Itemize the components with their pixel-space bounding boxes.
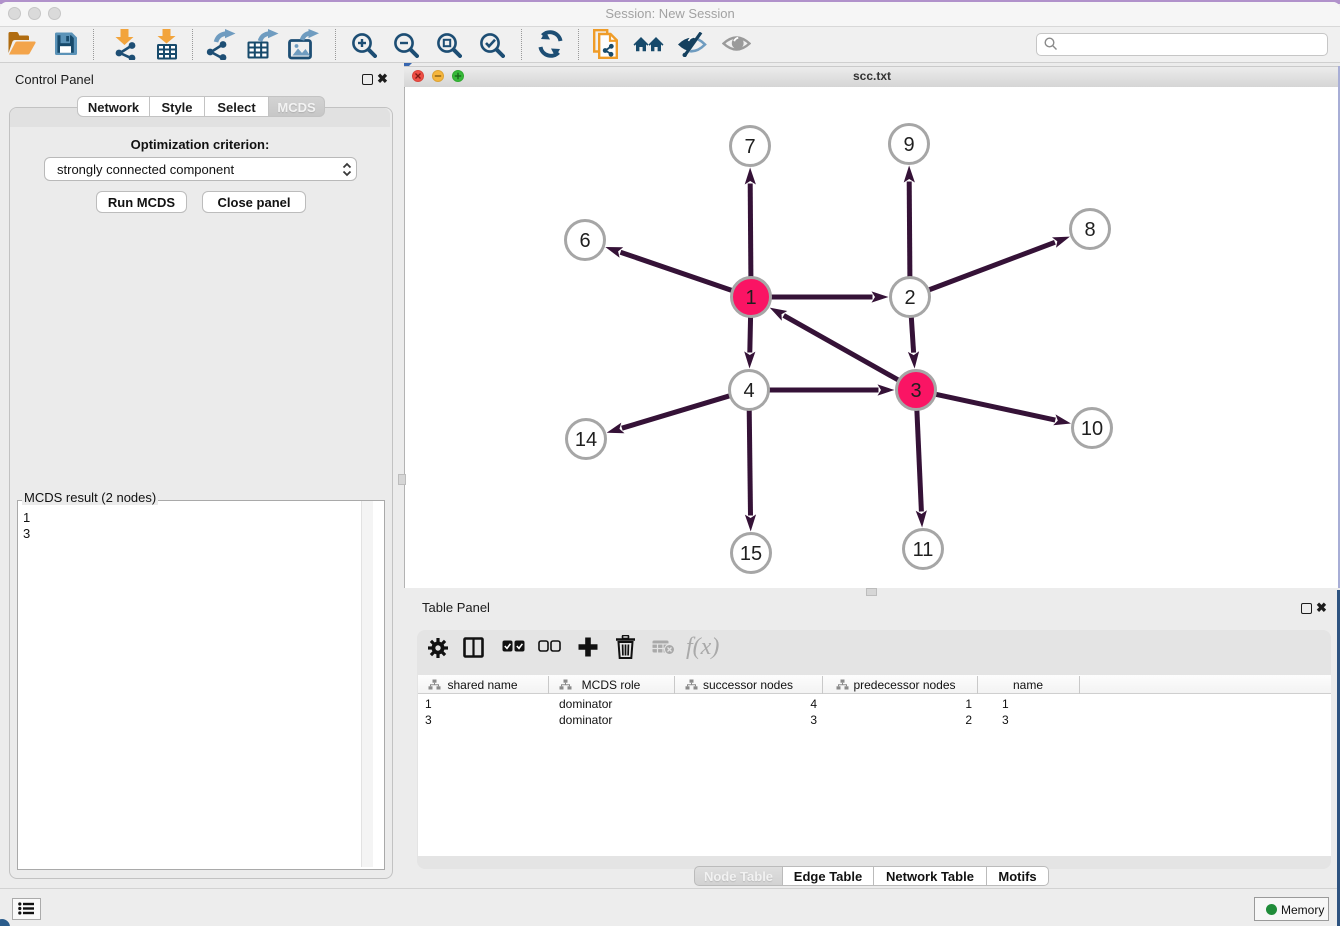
svg-text:14: 14 (575, 429, 597, 451)
svg-text:2: 2 (904, 287, 915, 309)
svg-text:3: 3 (910, 380, 921, 402)
svg-text:8: 8 (1084, 219, 1095, 241)
svg-text:9: 9 (903, 134, 914, 156)
svg-text:7: 7 (744, 136, 755, 158)
svg-text:11: 11 (913, 539, 934, 561)
svg-text:4: 4 (743, 380, 754, 402)
svg-text:15: 15 (740, 543, 762, 565)
svg-text:1: 1 (745, 287, 756, 309)
svg-text:6: 6 (579, 230, 590, 252)
svg-text:10: 10 (1081, 418, 1103, 440)
